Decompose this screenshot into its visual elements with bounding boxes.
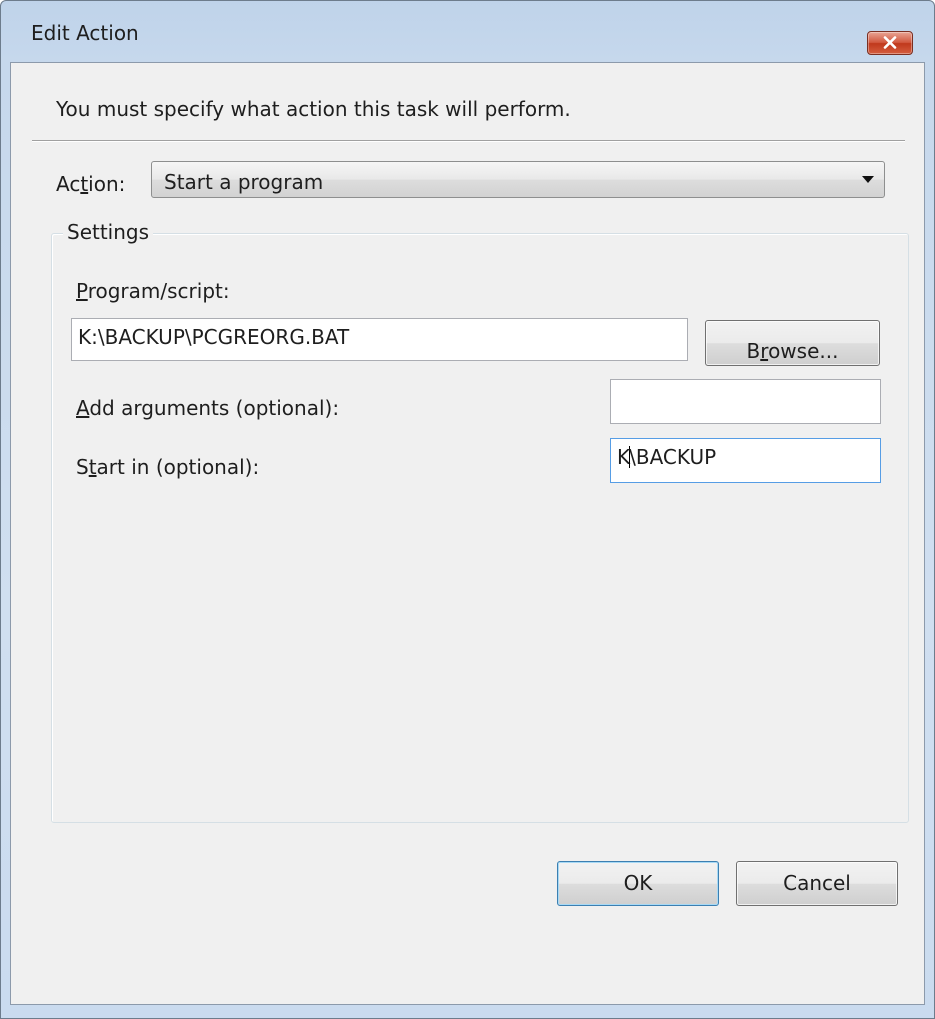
settings-legend: Settings [63,220,154,244]
action-dropdown[interactable]: Start a program [151,161,885,198]
title-bar[interactable]: Edit Action [1,1,934,55]
edit-action-dialog: Edit Action You must specify what action… [0,0,935,1019]
close-button[interactable] [867,31,913,55]
program-script-input[interactable]: K:\BACKUP\PCGREORG.BAT [71,318,688,361]
cancel-button[interactable]: Cancel [736,861,898,906]
dialog-client-area: You must specify what action this task w… [10,62,925,1005]
close-icon [883,36,897,49]
ok-button[interactable]: OK [557,861,719,906]
add-arguments-label: Add arguments (optional): [76,396,340,420]
browse-button[interactable]: Browse... [705,320,880,366]
instruction-text: You must specify what action this task w… [56,97,571,121]
chevron-down-icon [862,176,874,183]
start-in-input[interactable]: K\BACKUP [610,438,881,483]
start-in-label: Start in (optional): [76,455,260,479]
action-label: Action: [56,172,126,196]
program-script-label: Program/script: [76,279,230,303]
add-arguments-input[interactable] [610,379,881,424]
dialog-title: Edit Action [31,21,139,45]
action-dropdown-value: Start a program [164,170,324,194]
separator [32,140,905,142]
